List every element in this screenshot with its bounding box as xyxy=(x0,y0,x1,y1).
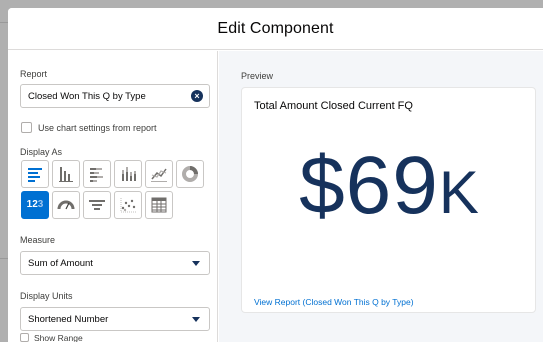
chart-settings-label: Use chart settings from report xyxy=(38,123,157,133)
metric-value: $69 xyxy=(299,140,439,231)
display-units-label: Display Units xyxy=(20,291,73,301)
gauge-button[interactable] xyxy=(52,191,80,219)
show-range-checkbox[interactable] xyxy=(20,333,29,342)
horizontal-bar-chart-button[interactable] xyxy=(21,160,49,188)
horizontal-bar-chart-icon xyxy=(28,168,42,182)
show-range-label: Show Range xyxy=(34,333,83,342)
preview-card: Total Amount Closed Current FQ $69K View… xyxy=(241,87,536,313)
funnel-button[interactable] xyxy=(83,191,111,219)
preview-panel: Preview Total Amount Closed Current FQ $… xyxy=(219,51,543,342)
vertical-bar-chart-icon xyxy=(59,167,73,182)
settings-panel: Report Closed Won This Q by Type × Use c… xyxy=(8,51,218,342)
donut-chart-button[interactable] xyxy=(176,160,204,188)
stacked-horizontal-bar-button[interactable] xyxy=(83,160,111,188)
stacked-vertical-bar-button[interactable] xyxy=(114,160,142,188)
gauge-icon xyxy=(57,200,75,210)
modal-title: Edit Component xyxy=(217,19,334,37)
display-units-select[interactable]: Shortened Number xyxy=(20,307,210,331)
line-chart-button[interactable] xyxy=(145,160,173,188)
measure-select[interactable]: Sum of Amount xyxy=(20,251,210,275)
card-title: Total Amount Closed Current FQ xyxy=(254,100,413,112)
table-icon xyxy=(151,197,167,213)
chevron-down-icon xyxy=(192,261,200,266)
scatter-plot-icon xyxy=(120,198,136,213)
view-report-link[interactable]: View Report (Closed Won This Q by Type) xyxy=(254,297,414,307)
report-value: Closed Won This Q by Type xyxy=(28,90,146,102)
measure-label: Measure xyxy=(20,235,56,245)
modal-header: Edit Component xyxy=(8,8,543,50)
chevron-down-icon xyxy=(192,317,200,322)
metric-button[interactable]: 123 xyxy=(21,191,49,219)
metric-icon: 123 xyxy=(26,199,44,210)
report-label: Report xyxy=(20,69,48,79)
measure-value: Sum of Amount xyxy=(28,257,93,269)
edit-component-modal: Edit Component Report Closed Won This Q … xyxy=(8,8,543,342)
donut-chart-icon xyxy=(182,166,198,182)
display-units-value: Shortened Number xyxy=(28,313,109,325)
stacked-horizontal-bar-icon xyxy=(90,168,103,182)
display-as-label: Display As xyxy=(20,147,63,157)
preview-label: Preview xyxy=(241,71,274,81)
vertical-bar-chart-button[interactable] xyxy=(52,160,80,188)
chart-settings-checkbox[interactable] xyxy=(21,122,32,133)
funnel-icon xyxy=(89,200,105,210)
report-input[interactable]: Closed Won This Q by Type × xyxy=(20,84,210,108)
scatter-plot-button[interactable] xyxy=(114,191,142,219)
line-chart-icon xyxy=(151,168,167,182)
metric-display: $69K xyxy=(242,138,537,241)
table-button[interactable] xyxy=(145,191,173,219)
clear-icon[interactable]: × xyxy=(191,90,203,102)
stacked-vertical-bar-icon xyxy=(122,167,136,181)
metric-unit: K xyxy=(438,159,480,226)
